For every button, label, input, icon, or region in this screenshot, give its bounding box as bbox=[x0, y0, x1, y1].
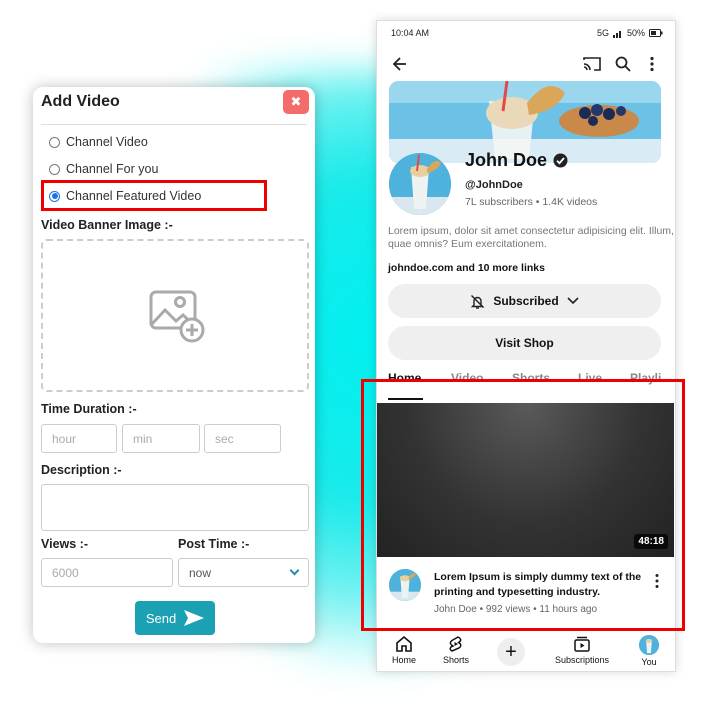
post-time-label: Post Time :- bbox=[178, 537, 250, 551]
status-time: 10:04 AM bbox=[391, 28, 430, 38]
description-label: Description :- bbox=[41, 463, 122, 477]
post-time-value: now bbox=[189, 565, 212, 580]
close-button[interactable]: ✖ bbox=[283, 90, 309, 114]
channel-stats: 7L subscribers • 1.4K videos bbox=[465, 196, 598, 208]
option-label: Channel Video bbox=[66, 135, 148, 149]
radio-channel-for-you[interactable] bbox=[49, 163, 60, 175]
channel-description[interactable]: Lorem ipsum, dolor sit amet consectetur … bbox=[388, 225, 675, 251]
avatar-image bbox=[389, 153, 451, 215]
back-arrow-icon[interactable] bbox=[393, 57, 407, 71]
you-avatar bbox=[639, 635, 659, 655]
banner-dropzone[interactable] bbox=[41, 239, 309, 392]
nav-home-label: Home bbox=[392, 655, 417, 665]
highlight-box bbox=[41, 180, 267, 211]
chevron-down-icon bbox=[289, 565, 300, 576]
sec-input[interactable]: sec bbox=[204, 424, 281, 453]
nav-subscriptions-label: Subscriptions bbox=[555, 655, 610, 665]
add-video-panel: Add Video ✖ Channel Video Channel For yo… bbox=[33, 87, 315, 643]
nav-subscriptions[interactable]: Subscriptions bbox=[555, 635, 609, 665]
bottom-nav: Home Shorts + Subscriptions You bbox=[377, 631, 675, 671]
option-channel-video[interactable]: Channel Video bbox=[49, 135, 148, 149]
nav-home[interactable]: Home bbox=[392, 635, 416, 665]
battery-icon bbox=[649, 29, 663, 37]
send-label: Send bbox=[145, 610, 177, 626]
hour-input[interactable]: hour bbox=[41, 424, 117, 453]
nav-you-label: You bbox=[641, 657, 657, 667]
channel-handle: @JohnDoe bbox=[465, 179, 523, 191]
option-label: Channel For you bbox=[66, 162, 159, 176]
more-vert-icon[interactable] bbox=[649, 56, 655, 72]
subscribed-label: Subscribed bbox=[493, 294, 559, 308]
send-button[interactable]: Send bbox=[135, 601, 215, 635]
status-right: 5G 50% bbox=[597, 28, 663, 38]
divider bbox=[41, 124, 307, 125]
home-icon bbox=[396, 635, 412, 652]
battery-label: 50% bbox=[626, 28, 645, 38]
nav-you[interactable]: You bbox=[639, 635, 659, 667]
search-icon[interactable] bbox=[615, 56, 631, 72]
option-channel-for-you[interactable]: Channel For you bbox=[49, 162, 158, 176]
add-image-icon bbox=[149, 290, 205, 343]
cast-icon[interactable] bbox=[583, 56, 601, 72]
shorts-icon bbox=[449, 636, 462, 652]
create-button[interactable]: + bbox=[497, 638, 525, 666]
chevron-down-icon bbox=[567, 297, 579, 305]
channel-avatar[interactable] bbox=[389, 153, 451, 215]
views-label: Views :- bbox=[41, 537, 89, 551]
description-textarea[interactable] bbox=[41, 484, 309, 531]
highlight-box-video bbox=[361, 379, 685, 631]
banner-label: Video Banner Image :- bbox=[41, 218, 173, 232]
panel-title: Add Video bbox=[41, 93, 120, 110]
subscribed-button[interactable]: Subscribed bbox=[388, 284, 661, 318]
post-time-select[interactable]: now bbox=[178, 558, 309, 587]
time-duration-label: Time Duration :- bbox=[41, 402, 137, 416]
subscriptions-icon bbox=[574, 636, 590, 652]
top-bar bbox=[377, 51, 675, 79]
visit-shop-label: Visit Shop bbox=[495, 336, 554, 350]
radio-channel-video[interactable] bbox=[49, 136, 60, 148]
bell-off-icon bbox=[471, 294, 485, 309]
visit-shop-button[interactable]: Visit Shop bbox=[388, 326, 661, 360]
avatar-image bbox=[639, 635, 659, 655]
channel-name: John Doe bbox=[465, 150, 568, 171]
channel-name-text: John Doe bbox=[465, 150, 548, 170]
nav-shorts[interactable]: Shorts bbox=[443, 635, 469, 665]
signal-icon bbox=[612, 30, 621, 38]
min-input[interactable]: min bbox=[122, 424, 200, 453]
views-input[interactable]: 6000 bbox=[41, 558, 173, 587]
nav-shorts-label: Shorts bbox=[443, 655, 470, 665]
verified-icon bbox=[553, 153, 568, 168]
network-label: 5G bbox=[596, 28, 609, 38]
channel-links[interactable]: johndoe.com and 10 more links bbox=[388, 262, 545, 274]
status-bar: 10:04 AM 5G 50% bbox=[377, 21, 675, 45]
send-icon bbox=[184, 610, 205, 626]
